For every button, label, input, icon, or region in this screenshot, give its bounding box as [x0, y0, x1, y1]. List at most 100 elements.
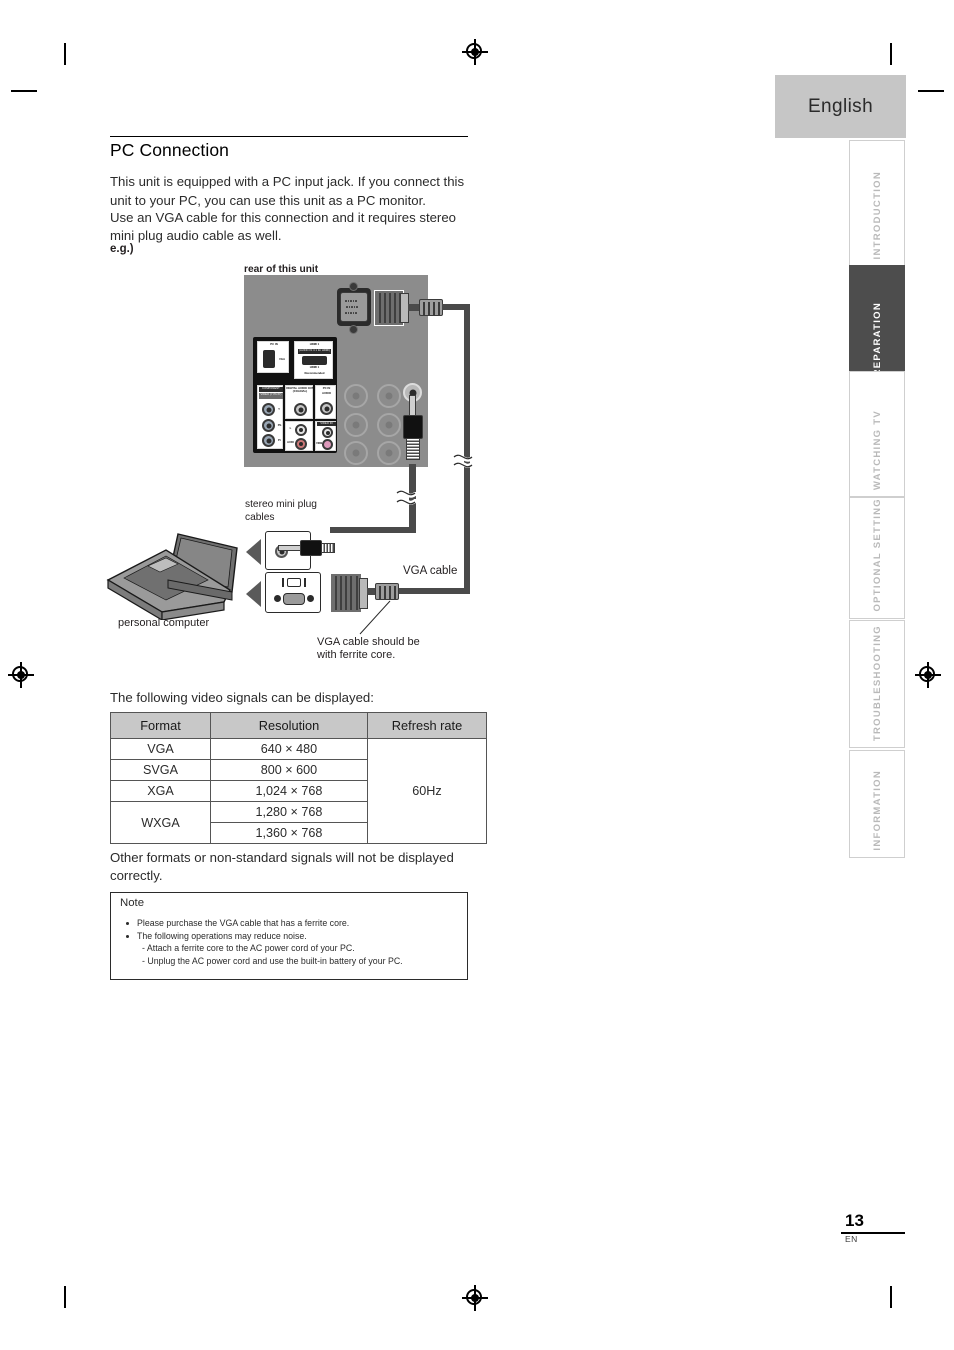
cell-resolution-wxga-1360: 1,360 × 768 [210, 822, 368, 844]
terminal-jack-audio-l [295, 424, 307, 436]
terminal-video-in-group: VIDEO IN VIDEO [315, 421, 336, 451]
table-header-row: Format Resolution Refresh rate [110, 712, 487, 739]
registration-target-top [462, 39, 488, 65]
monitor-icon [287, 578, 301, 587]
cell-format-vga: VGA [110, 738, 211, 760]
registration-target-left [8, 662, 34, 688]
terminal-hdmi-connector-label: HDMI 1 [309, 366, 320, 369]
stereo-cable-break-mark [396, 490, 424, 505]
callout-pointer-vga [246, 581, 261, 607]
terminal-jack-video-l [322, 427, 333, 438]
crop-mark-bottom-left-vertical [64, 1286, 66, 1308]
figure-caption-stereo-line-2: cables [245, 512, 275, 523]
sidebar-tab-optional-setting-label: OPTIONAL SETTING [871, 498, 883, 612]
terminal-jack-pb [262, 419, 275, 432]
sidebar-tab-optional-setting[interactable]: OPTIONAL SETTING [849, 497, 905, 619]
note-item: Please purchase the VGA cable that has a… [120, 917, 459, 930]
note-item: - Attach a ferrite core to the AC power … [142, 943, 355, 954]
terminal-hdmi-group: (AUDIO IN 4 1 for HDMI) HDMI 1 HDMI 1 Re… [294, 341, 333, 379]
sidebar-tab-troubleshooting-label: TROUBLESHOOTING [871, 624, 883, 741]
terminal-jack-video-r [322, 439, 333, 450]
sidebar-tab-information[interactable]: INFORMATION [849, 750, 905, 858]
supported-signals-table: Format Resolution Refresh rate VGA 640 ×… [110, 712, 487, 844]
crop-mark-top-left-horizontal [11, 90, 37, 92]
pc-vga-port-screw-left [274, 595, 281, 602]
registration-target-right [915, 662, 941, 688]
signals-intro-text: The following video signals can be displ… [110, 690, 374, 705]
table-header-resolution: Resolution [210, 712, 368, 739]
terminal-pc-in-audio-group: PC IN AUDIO [315, 385, 336, 419]
language-tab: English [775, 75, 906, 138]
crop-mark-top-right-vertical [890, 43, 892, 65]
cell-resolution-svga: 800 × 600 [210, 759, 368, 781]
terminal-hdmi-note: Recommended [304, 372, 325, 375]
vga-port-screw-bottom [349, 325, 358, 334]
terminal-jack-pc-audio [320, 402, 333, 415]
rear-jack-ghost-5 [344, 441, 368, 465]
intro-paragraph-line-4: mini plug audio cable as well. [110, 228, 282, 243]
sidebar-tab-watching-tv[interactable]: WATCHING TV [849, 371, 905, 497]
vga-cable-segment-bottom [398, 588, 470, 594]
note-box: Note Please purchase the VGA cable that … [110, 892, 468, 980]
signals-footnote-line-1: Other formats or non-standard signals wi… [110, 850, 454, 865]
example-label: e.g.) [110, 243, 134, 255]
rear-jack-ghost-1 [344, 384, 368, 408]
page-number: 13 [845, 1211, 864, 1230]
terminal-jack-coaxial [294, 403, 307, 416]
intro-paragraph-line-3: Use an VGA cable for this connection and… [110, 210, 456, 225]
stereo-mini-plug-pc-side [278, 536, 336, 562]
terminal-component-sublabel: VIDEO (Y Pb Pr) [259, 393, 283, 399]
sidebar-tab-information-label: INFORMATION [871, 770, 883, 851]
terminal-pc-in-video-sublabel: VGA [278, 358, 286, 361]
monitor-icon-bracket-left [282, 578, 284, 587]
terminal-pc-in-video-group: PC IN VGA [257, 341, 289, 373]
terminal-pc-in-audio-sublabel: AUDIO [321, 392, 331, 395]
terminal-jack-pr [262, 434, 275, 447]
terminal-video-in-label: VIDEO IN [317, 422, 336, 426]
heading-rule [110, 136, 468, 137]
pc-vga-port-icon [283, 593, 305, 605]
terminal-jack-pb-label: Pb [277, 424, 282, 427]
page-title: PC Connection [110, 140, 230, 160]
cell-resolution-xga: 1,024 × 768 [210, 780, 368, 802]
terminal-jack-y-label: Y [278, 408, 280, 411]
language-tab-label: English [807, 95, 874, 117]
vga-cable-break-mark [452, 454, 480, 468]
table-header-refresh-rate: Refresh rate [367, 712, 487, 739]
table-header-format: Format [110, 712, 211, 739]
stereo-cable-horizontal [330, 527, 416, 533]
vga-port-screw-top [349, 282, 358, 291]
terminal-pc-in-video-label: PC IN [270, 343, 278, 346]
terminal-digital-audio-out-group: DIGITAL AUDIO OUT (COAXIAL) [285, 385, 314, 419]
rear-jack-ghost-3 [344, 413, 368, 437]
terminal-jack-audio-r-label: AUDIO [287, 441, 294, 444]
terminal-jack-y [262, 403, 275, 416]
terminal-component-group: COMPONENT VIDEO (Y Pb Pr) Y Pb Pr [257, 385, 283, 449]
cell-format-xga: XGA [110, 780, 211, 802]
crop-mark-top-right-horizontal [918, 90, 944, 92]
terminal-jack-pr-label: Pr [278, 439, 281, 442]
registration-target-bottom [462, 1285, 488, 1311]
sidebar-tab-introduction-label: INTRODUCTION [871, 170, 883, 259]
stereo-mini-plug-unit-side [400, 395, 426, 467]
cell-format-svga: SVGA [110, 759, 211, 781]
cell-resolution-vga: 640 × 480 [210, 738, 368, 760]
sidebar-tab-introduction[interactable]: INTRODUCTION [849, 140, 905, 266]
personal-computer-illustration [106, 533, 238, 620]
figure-caption-vga-cable: VGA cable [403, 565, 458, 577]
terminal-hdmi-connector [302, 356, 327, 365]
vga-port-receptacle [337, 288, 371, 326]
terminal-pc-in-video-connector [263, 350, 275, 368]
terminal-hdmi-sublabel: (AUDIO IN 4 1 for HDMI) [298, 349, 331, 354]
terminal-pc-in-audio-label: PC IN [322, 387, 331, 390]
rear-jack-ghost-2 [377, 384, 401, 408]
note-item: The following operations may reduce nois… [120, 930, 459, 943]
terminal-jack-audio-l-label: L [289, 427, 292, 430]
callout-pc-vga-port [265, 572, 321, 613]
rear-jack-ghost-4 [377, 413, 401, 437]
sidebar-tab-watching-tv-label: WATCHING TV [871, 409, 883, 490]
sidebar-tab-troubleshooting[interactable]: TROUBLESHOOTING [849, 620, 905, 748]
crop-mark-bottom-right-vertical [890, 1286, 892, 1308]
table-row: VGA 640 × 480 60Hz [110, 738, 487, 844]
cell-format-wxga: WXGA [110, 801, 211, 844]
